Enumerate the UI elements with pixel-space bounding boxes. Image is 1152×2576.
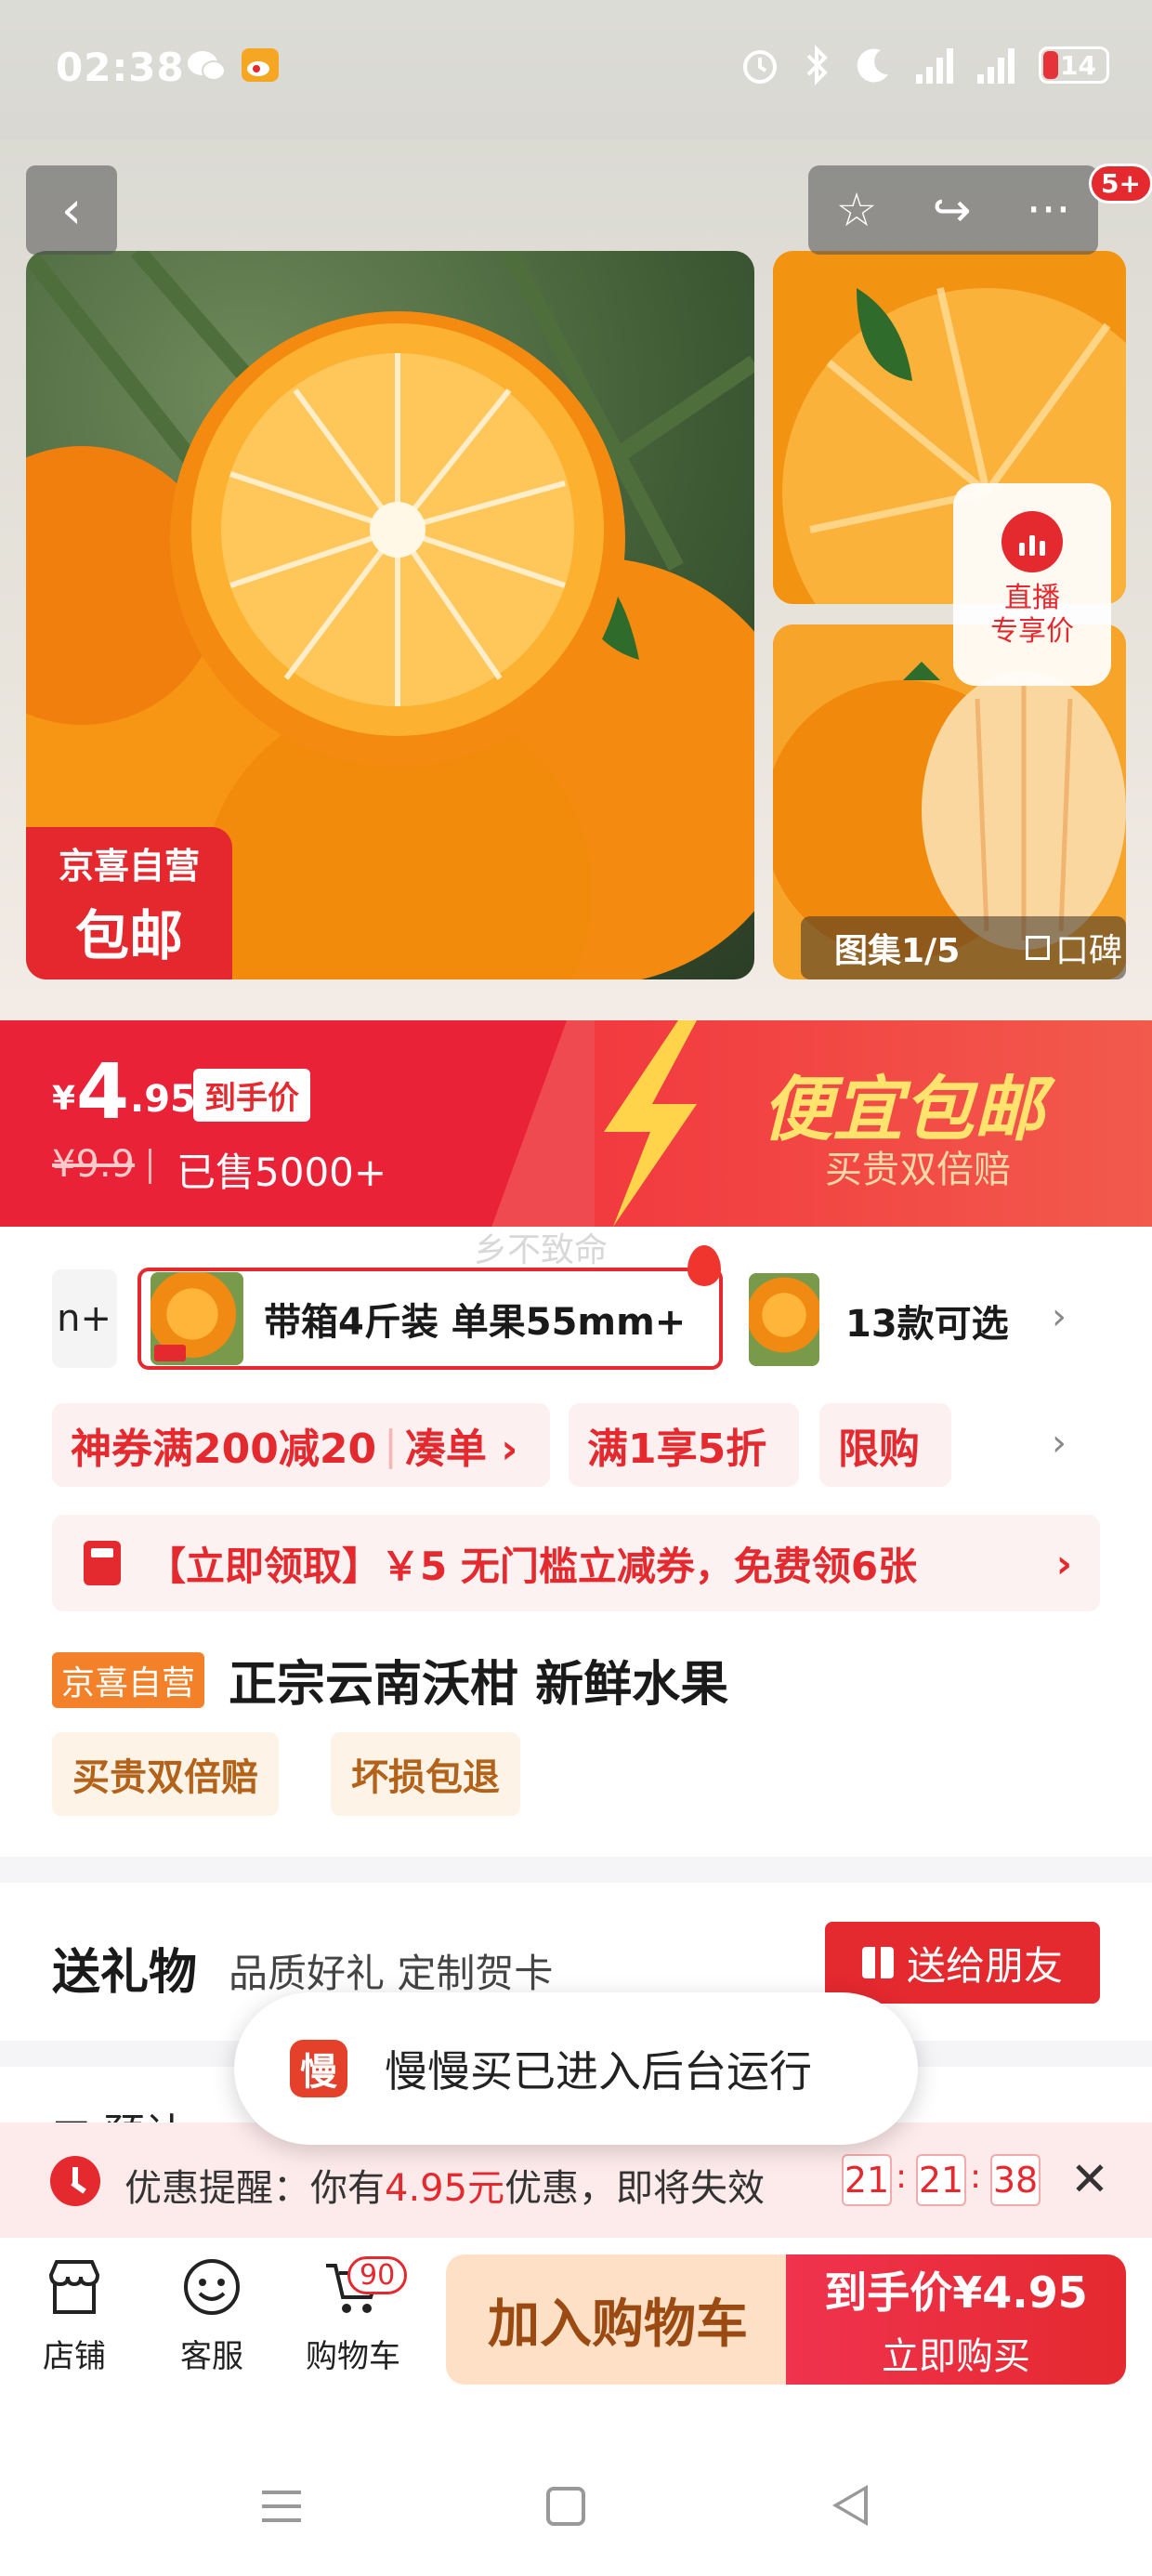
reminder-text: 优惠提醒：你有4.95元优惠，即将失效 (124, 2167, 766, 2210)
coupon-chip-shenquan[interactable]: 神券满200减20 | 凑单 › (52, 1403, 550, 1487)
product-title: 正宗云南沃柑 新鲜水果 (229, 1657, 729, 1713)
countdown-minutes: 21 (916, 2154, 966, 2206)
sku-more-label[interactable]: 13款可选 (845, 1294, 1009, 1347)
toast-text: 慢慢买已进入后台运行 (385, 2046, 812, 2096)
chevron-right-icon[interactable]: › (1052, 1422, 1067, 1465)
live-label-line2: 专享价 (990, 615, 1074, 648)
price-decimal: .95 (130, 1078, 196, 1121)
buy-now-button[interactable]: 到手价¥4.95 立即购买 (786, 2254, 1126, 2385)
cart-label: 购物车 (306, 2338, 400, 2375)
lightning-icon (604, 1020, 697, 1227)
jx-tag-line2: 包邮 (74, 903, 183, 967)
countdown-colon: : (896, 2158, 908, 2196)
sku-option-prev[interactable]: n+ (52, 1269, 117, 1368)
countdown-seconds: 38 (990, 2154, 1041, 2206)
sku-option-selected[interactable]: 带箱4斤装 单果55mm+ (137, 1268, 723, 1370)
coupon-chip-limit[interactable]: 限购 (819, 1403, 951, 1487)
countdown-hours: 21 (842, 2154, 892, 2206)
nav-back-icon[interactable] (832, 2485, 868, 2526)
price-currency: ¥ (52, 1080, 76, 1118)
signal-icon (916, 46, 953, 84)
koubei-tab[interactable]: 口碑 (1001, 924, 1122, 972)
customer-service-tab[interactable]: 客服 (156, 2256, 268, 2376)
sku-thumb (151, 1272, 243, 1365)
send-to-friend-label: 送给朋友 (906, 1942, 1063, 1989)
divider (149, 1149, 151, 1184)
sku-next-thumb[interactable] (749, 1273, 819, 1366)
top-actions: ☆ ↪ ··· (808, 165, 1098, 255)
send-to-friend-button[interactable]: 送给朋友 (825, 1922, 1100, 2004)
weibo-icon (242, 48, 279, 82)
star-icon[interactable]: ☆ (836, 183, 878, 237)
bluetooth-icon (806, 45, 828, 85)
gift-subtitle: 品质好礼 定制贺卡 (229, 1951, 554, 1996)
coupon-claim-text: 【立即领取】￥5 无门槛立减券，免费领6张 (147, 1543, 918, 1589)
nav-menu-icon[interactable] (262, 2491, 301, 2522)
watermark: 乡不致命 (474, 1231, 609, 1269)
price-integer: 4 (76, 1048, 130, 1137)
cart-count-badge: 90 (347, 2256, 408, 2294)
buy-now-label: 立即购买 (882, 2335, 1030, 2378)
store-label: 店铺 (43, 2338, 106, 2375)
countdown-colon: : (970, 2158, 982, 2196)
live-price-button[interactable]: 直播 专享价 (953, 483, 1111, 686)
section-divider (0, 1857, 1152, 1883)
coupon-chip-discount[interactable]: 满1享5折 (569, 1403, 799, 1487)
coupon-icon (84, 1541, 121, 1585)
store-tab[interactable]: 店铺 (19, 2256, 130, 2376)
self-operated-tag: 京喜自营 (52, 1652, 205, 1708)
back-icon: ‹ (60, 179, 83, 241)
chevron-right-icon: › (1055, 1540, 1072, 1586)
add-to-cart-button[interactable]: 加入购物车 (446, 2254, 790, 2385)
original-price: ¥9.9 (52, 1143, 136, 1186)
hot-flame-icon (687, 1245, 721, 1286)
share-icon[interactable]: ↪ (933, 183, 972, 237)
status-time: 02:38 (56, 45, 185, 90)
store-icon (48, 2260, 100, 2314)
sku-selected-label: 带箱4斤装 单果55mm+ (264, 1301, 687, 1344)
gift-title: 送礼物 (52, 1945, 198, 2001)
chevron-right-icon[interactable]: › (1052, 1295, 1067, 1338)
album-count[interactable]: 图集1/5 (801, 924, 1001, 972)
live-label-line1: 直播 (1004, 582, 1060, 614)
more-icon[interactable]: ··· (1027, 183, 1071, 237)
alarm-icon (743, 50, 777, 84)
service-tag-double-refund[interactable]: 买贵双倍赔 (52, 1732, 279, 1816)
buy-price-label: 到手价¥4.95 (824, 2267, 1088, 2318)
gift-icon (861, 1947, 894, 1978)
koubei-icon (1026, 936, 1050, 960)
album-bar[interactable]: 图集1/5 口碑 (801, 916, 1126, 979)
nav-home-icon[interactable] (546, 2487, 585, 2526)
jx-tag-line1: 京喜自营 (58, 845, 200, 887)
coupon-claim-bar[interactable]: 【立即领取】￥5 无门槛立减券，免费领6张 › (52, 1515, 1100, 1611)
battery-icon: 14 (1039, 46, 1109, 84)
jingxi-free-shipping-tag: 京喜自营 包邮 (26, 827, 232, 979)
close-icon[interactable]: ✕ (1070, 2152, 1109, 2206)
service-tag-damage-return[interactable]: 坏损包退 (331, 1732, 520, 1816)
status-bar: 02:38 14 (0, 0, 1152, 139)
sold-count: 已售5000+ (177, 1150, 387, 1195)
notification-badge: 5+ (1089, 164, 1152, 204)
moon-icon (857, 48, 888, 83)
wechat-icon (188, 51, 226, 81)
live-icon (1001, 511, 1063, 572)
banner-subtitle: 买贵双倍赔 (825, 1149, 1011, 1191)
coudan-link[interactable]: 凑单 › (405, 1415, 517, 1475)
clock-icon (50, 2156, 100, 2206)
back-button[interactable]: ‹ (26, 165, 117, 255)
coupon-chip-text: 神券满200减20 (71, 1426, 377, 1473)
signal-icon (977, 46, 1015, 84)
background-running-toast: 慢 慢慢买已进入后台运行 (234, 1992, 918, 2145)
status-right: 14 (740, 45, 1109, 85)
manmanmai-app-icon: 慢 (290, 2040, 347, 2097)
chip-divider: | (384, 1421, 398, 1469)
final-price-badge: 到手价 (193, 1069, 310, 1122)
service-icon (184, 2259, 240, 2315)
service-label: 客服 (180, 2338, 243, 2375)
